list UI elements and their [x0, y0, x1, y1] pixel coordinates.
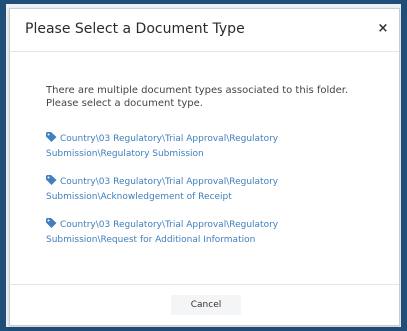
document-type-option-label: Country\03 Regulatory\Trial Approval\Reg… — [46, 177, 279, 202]
close-button[interactable]: × — [375, 20, 391, 38]
tag-icon — [46, 218, 57, 228]
dialog-footer: Cancel — [10, 284, 399, 325]
tag-icon — [46, 132, 57, 142]
tag-icon — [46, 175, 57, 185]
close-icon: × — [377, 21, 389, 36]
document-type-option-label: Country\03 Regulatory\Trial Approval\Reg… — [46, 220, 279, 245]
select-document-type-dialog: Please Select a Document Type × There ar… — [9, 8, 400, 326]
dialog-title: Please Select a Document Type — [25, 21, 245, 37]
document-type-option[interactable]: Country\03 Regulatory\Trial Approval\Reg… — [46, 218, 346, 248]
document-type-option-label: Country\03 Regulatory\Trial Approval\Reg… — [46, 134, 279, 159]
dialog-message: There are multiple document types associ… — [46, 85, 349, 109]
dialog-header: Please Select a Document Type × — [10, 9, 399, 52]
dialog-body: There are multiple document types associ… — [10, 52, 399, 285]
document-type-option[interactable]: Country\03 Regulatory\Trial Approval\Reg… — [46, 175, 346, 205]
document-type-option[interactable]: Country\03 Regulatory\Trial Approval\Reg… — [46, 132, 346, 162]
cancel-button[interactable]: Cancel — [171, 295, 241, 315]
